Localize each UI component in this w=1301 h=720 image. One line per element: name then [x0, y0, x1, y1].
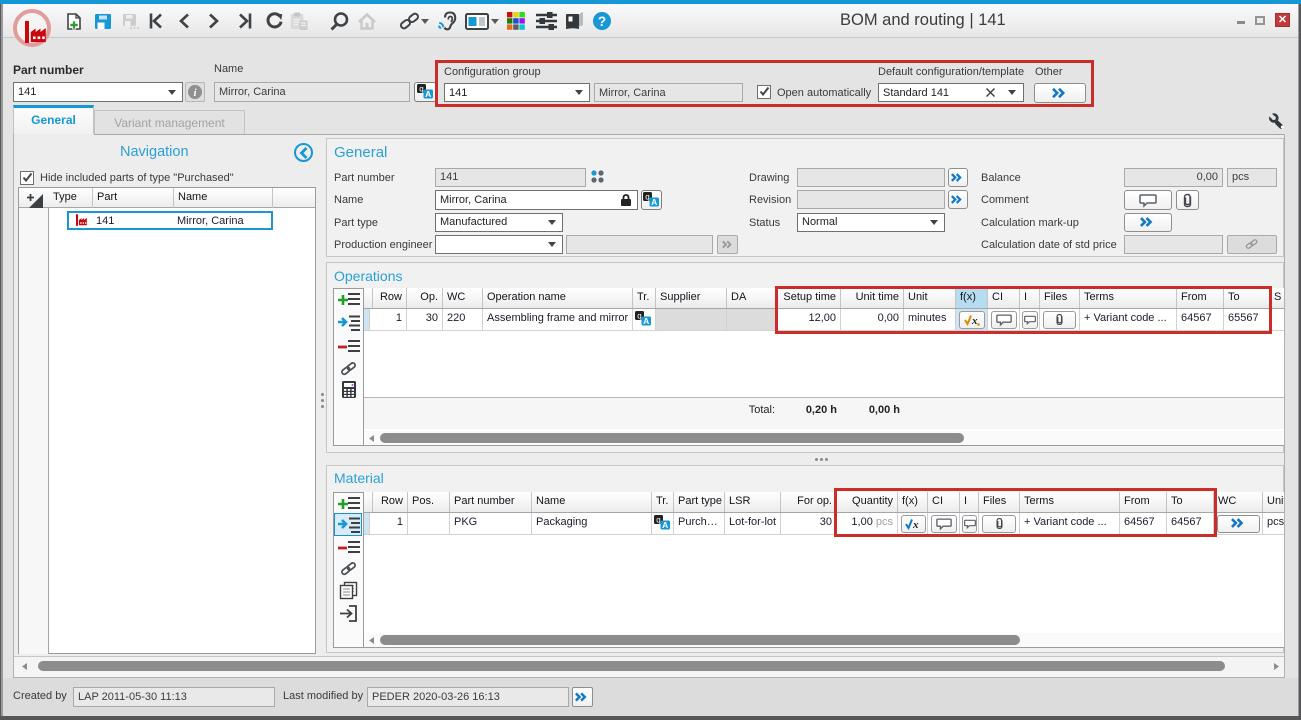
svg-text:A: A — [662, 520, 668, 530]
svg-text:A: A — [651, 197, 657, 207]
svg-text:q: q — [656, 516, 660, 525]
svg-text:q: q — [645, 193, 649, 202]
svg-text:q: q — [637, 312, 641, 321]
svg-text:?: ? — [598, 14, 606, 29]
svg-text:q: q — [419, 85, 423, 94]
svg-text:A: A — [643, 316, 649, 326]
svg-text:A: A — [425, 89, 431, 99]
